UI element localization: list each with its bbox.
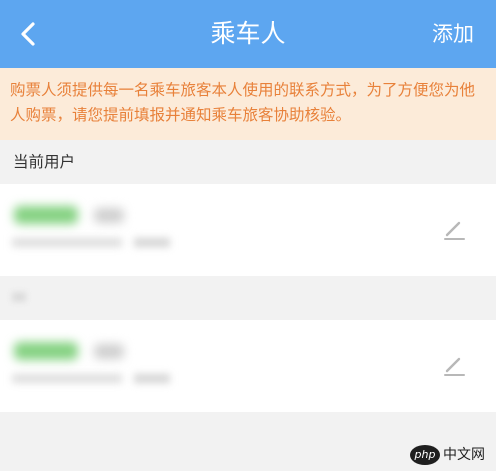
passenger-status-redacted xyxy=(134,238,170,247)
notice-banner: 购票人须提供每一名乘车旅客本人使用的联系方式，为了方便您为他人购票，请您提前填报… xyxy=(0,68,496,140)
passenger-card[interactable] xyxy=(0,320,496,412)
passenger-card[interactable] xyxy=(0,184,496,276)
app-header: 乘车人 添加 xyxy=(0,0,496,68)
passenger-id-redacted xyxy=(12,374,122,383)
passenger-name-redacted xyxy=(14,342,78,360)
watermark-text: 中文网 xyxy=(443,447,485,463)
notice-text: 购票人须提供每一名乘车旅客本人使用的联系方式，为了方便您为他人购票，请您提前填报… xyxy=(10,81,476,124)
section-label-redacted xyxy=(12,292,26,302)
edit-pencil-icon xyxy=(444,357,465,376)
site-watermark: php 中文网 xyxy=(410,443,490,467)
passenger-id-redacted xyxy=(12,238,122,247)
passenger-type-redacted xyxy=(94,344,124,359)
watermark-logo: php xyxy=(410,445,440,465)
passenger-type-redacted xyxy=(94,208,124,223)
page-title: 乘车人 xyxy=(210,19,286,48)
current-user-section-title: 当前用户 xyxy=(13,153,76,171)
add-passenger-button[interactable]: 添加 xyxy=(432,20,474,48)
passenger-name-redacted xyxy=(14,206,78,224)
edit-passenger-button[interactable] xyxy=(441,218,467,242)
edit-passenger-button[interactable] xyxy=(441,354,467,378)
passenger-status-redacted xyxy=(134,374,170,383)
edit-pencil-icon xyxy=(444,221,465,240)
